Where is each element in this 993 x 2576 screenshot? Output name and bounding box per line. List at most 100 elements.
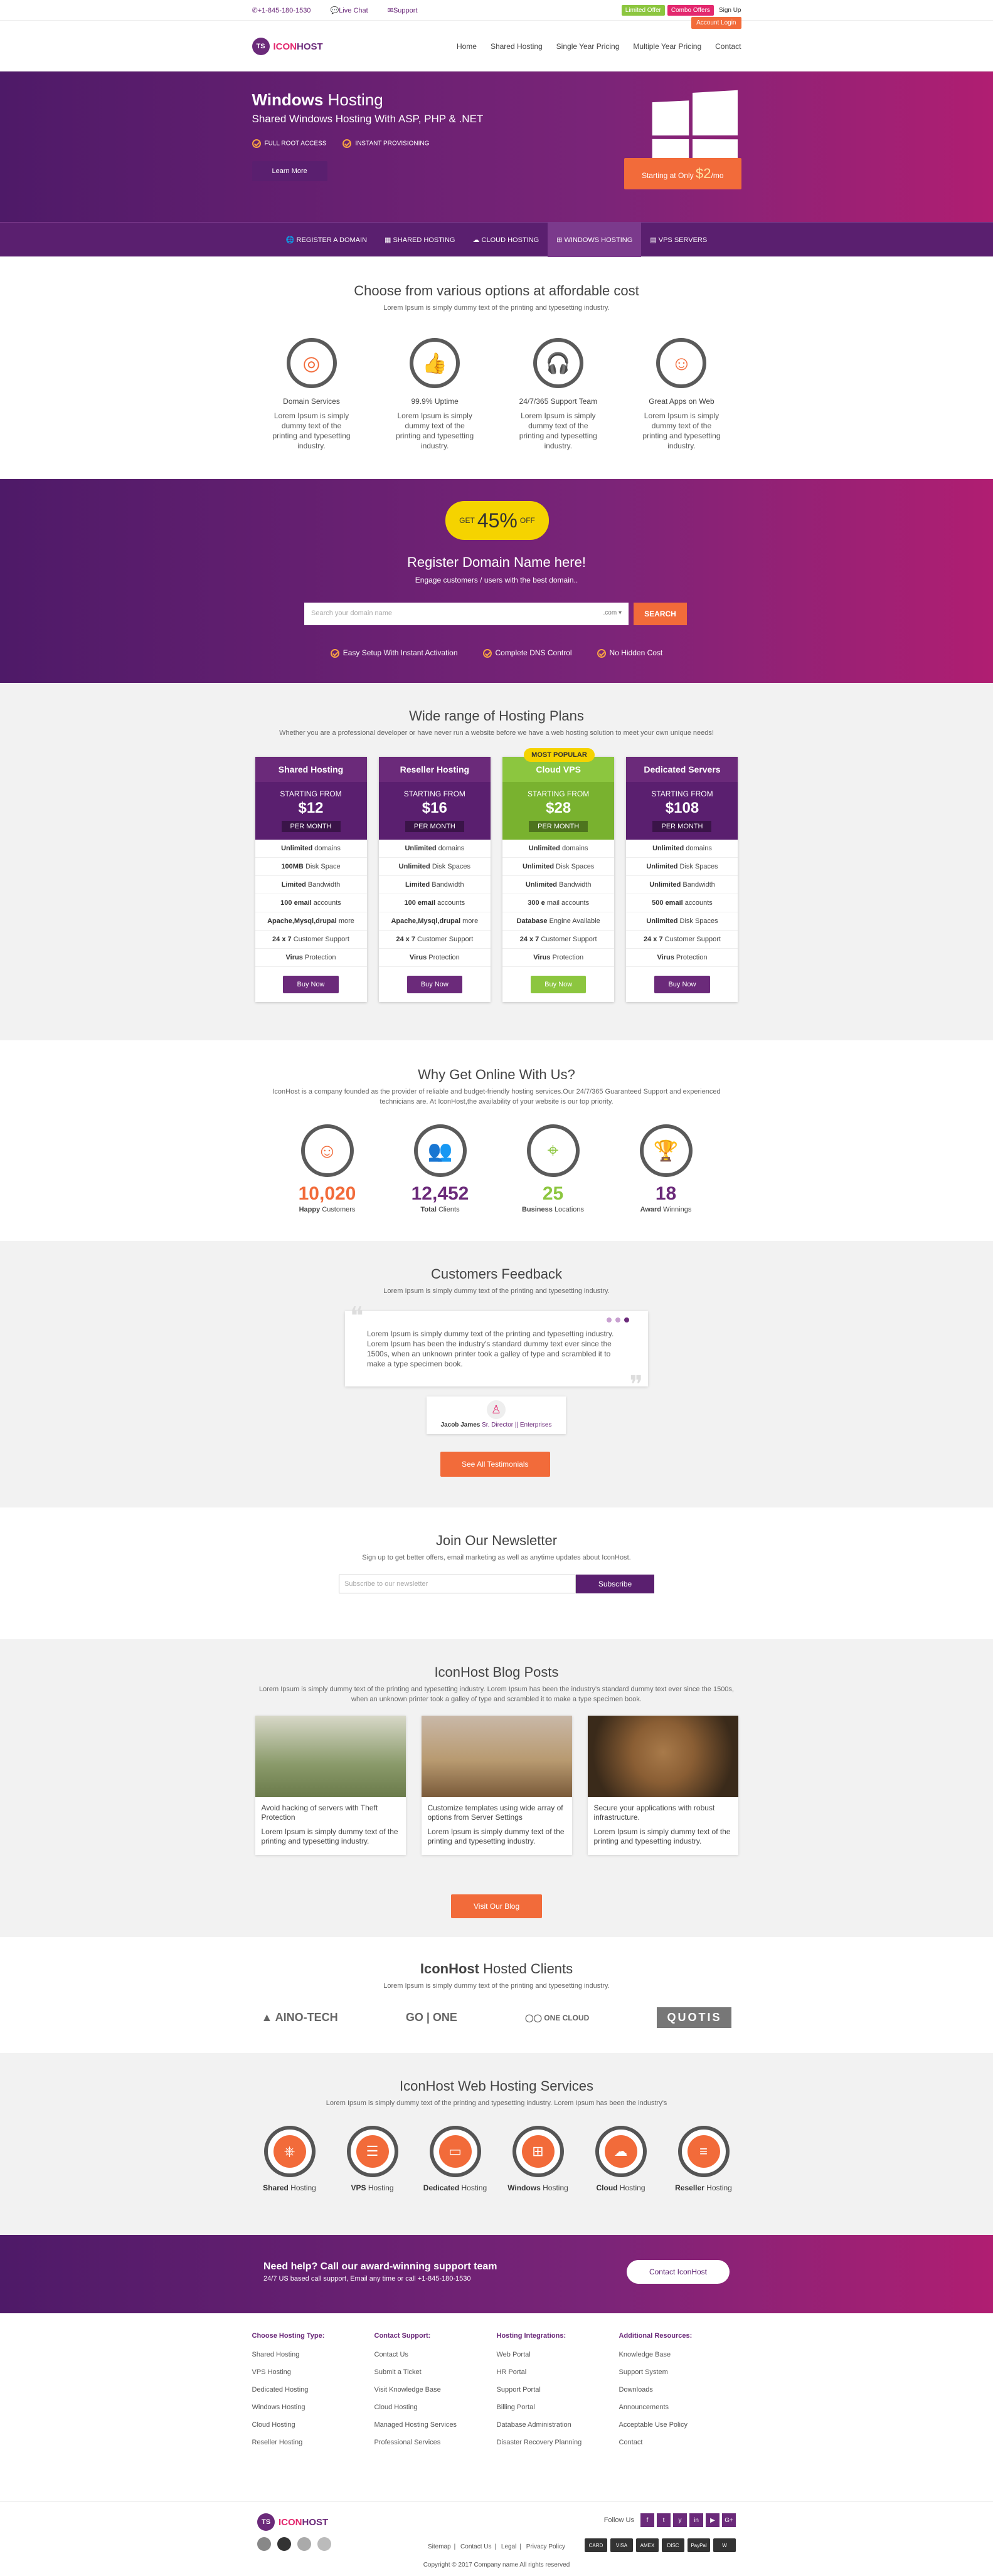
support-link[interactable]: ✉Support <box>388 7 427 14</box>
stats-title: Why Get Online With Us? <box>418 1067 575 1082</box>
subnav-register-domain[interactable]: 🌐 REGISTER A DOMAIN <box>277 223 376 257</box>
location-icon: ⌖ <box>526 1124 580 1177</box>
plan-feature-text: accounts <box>684 899 713 907</box>
plan-feature: Unlimited Disk Spaces <box>626 858 738 876</box>
footer-link[interactable]: VPS Hosting <box>252 2368 374 2376</box>
carousel-dot[interactable] <box>607 1317 612 1322</box>
phone-link[interactable]: ✆+1-845-180-1530 <box>252 7 320 14</box>
plan-feature-text: Protection <box>428 954 460 961</box>
nav-home[interactable]: Home <box>457 42 477 51</box>
follow-label: Follow Us <box>603 2516 634 2524</box>
blog-post[interactable]: Secure your applications with robust inf… <box>587 1716 738 1855</box>
footer-link[interactable]: Knowledge Base <box>619 2351 741 2358</box>
twitter-icon[interactable]: t <box>657 2513 671 2527</box>
footer-link[interactable]: Dedicated Hosting <box>252 2386 374 2394</box>
thumbs-up-icon: 👍 <box>410 338 460 388</box>
plan-feature: 500 email accounts <box>626 894 738 912</box>
plan-feature-text: Bandwidth <box>307 881 341 889</box>
subnav-vps-servers[interactable]: ▤ VPS SERVERS <box>641 223 716 257</box>
plan-features: Unlimited domains Unlimited Disk Spaces Un… <box>502 840 615 967</box>
plan-feature-text: Engine Available <box>549 917 600 925</box>
nav-shared-hosting[interactable]: Shared Hosting <box>491 42 543 51</box>
footer-link[interactable]: Contact Us <box>374 2351 497 2358</box>
domain-search-button[interactable]: SEARCH <box>634 603 687 625</box>
plan-features: Unlimited domains Unlimited Disk Spaces Li… <box>378 840 491 967</box>
subnav-cloud-hosting[interactable]: ☁ CLOUD HOSTING <box>464 223 548 257</box>
blog-post[interactable]: Avoid hacking of servers with Theft Prot… <box>255 1716 406 1855</box>
service-item[interactable]: ☰ VPS Hosting <box>338 2126 407 2192</box>
clients-section: IconHost Hosted Clients Lorem Ipsum is s… <box>0 1937 993 2053</box>
footer-link[interactable]: Submit a Ticket <box>374 2368 497 2376</box>
footer-link[interactable]: Professional Services <box>374 2439 497 2446</box>
footer-link[interactable]: Support System <box>619 2368 741 2376</box>
service-item[interactable]: ▭ Dedicated Hosting <box>421 2126 490 2192</box>
footer-link[interactable]: Cloud Hosting <box>374 2404 497 2411</box>
nav-single-year[interactable]: Single Year Pricing <box>556 42 620 51</box>
plan-feature: Limited Bandwidth <box>378 876 491 894</box>
plan-starting-label: STARTING FROM <box>280 789 342 798</box>
footer-logo[interactable]: TS ICONHOST <box>257 2513 328 2531</box>
smiley-icon: ☺ <box>656 338 707 388</box>
nav-multiple-year[interactable]: Multiple Year Pricing <box>633 42 701 51</box>
blog-post[interactable]: Customize templates using wide array of … <box>421 1716 572 1855</box>
footer-link[interactable]: Billing Portal <box>497 2404 619 2411</box>
domain-search-input[interactable]: Search your domain name .com ▾ <box>304 603 629 625</box>
footer-link-contact[interactable]: Contact Us <box>460 2543 491 2550</box>
footer-link[interactable]: Support Portal <box>497 2386 619 2394</box>
youtube-icon[interactable]: y <box>673 2513 687 2527</box>
footer-link[interactable]: Announcements <box>619 2404 741 2411</box>
footer-link[interactable]: Database Administration <box>497 2421 619 2429</box>
service-item[interactable]: ☁ Cloud Hosting <box>587 2126 656 2192</box>
learn-more-button[interactable]: Learn More <box>252 161 327 181</box>
facebook-icon[interactable]: f <box>640 2513 654 2527</box>
footer-link[interactable]: Web Portal <box>497 2351 619 2358</box>
footer-link[interactable]: Disaster Recovery Planning <box>497 2439 619 2446</box>
service-item[interactable]: ≡ Reseller Hosting <box>669 2126 738 2192</box>
linkedin-icon[interactable]: in <box>689 2513 703 2527</box>
footer-link[interactable]: Windows Hosting <box>252 2404 374 2411</box>
subnav-windows-hosting[interactable]: ⊞ WINDOWS HOSTING <box>548 223 642 257</box>
video-icon[interactable]: ▶ <box>706 2513 720 2527</box>
plan-feature: Apache,Mysql,drupal more <box>378 912 491 931</box>
carousel-dot[interactable] <box>615 1317 620 1322</box>
footer-link[interactable]: HR Portal <box>497 2368 619 2376</box>
footer-link-legal[interactable]: Legal <box>501 2543 516 2550</box>
service-item[interactable]: ⊞ Windows Hosting <box>504 2126 573 2192</box>
brand-logo[interactable]: TS ICONHOST <box>252 38 323 55</box>
buy-now-button[interactable]: Buy Now <box>406 976 462 993</box>
contact-iconhost-button[interactable]: Contact IconHost <box>626 2260 730 2284</box>
footer-link-sitemap[interactable]: Sitemap <box>428 2543 451 2550</box>
visit-blog-button[interactable]: Visit Our Blog <box>451 1894 543 1918</box>
buy-now-button[interactable]: Buy Now <box>531 976 587 993</box>
testimonial-card: ❝ Lorem Ipsum is simply dummy text of th… <box>345 1304 648 1398</box>
footer-link[interactable]: Cloud Hosting <box>252 2421 374 2429</box>
plans-subtitle: Whether you are a professional developer… <box>279 729 714 737</box>
subscribe-button[interactable]: Subscribe <box>576 1575 654 1593</box>
buy-now-button[interactable]: Buy Now <box>283 976 339 993</box>
footer-link[interactable]: Downloads <box>619 2386 741 2394</box>
combo-offers-button[interactable]: Combo Offers <box>667 4 714 16</box>
footer-link[interactable]: Visit Knowledge Base <box>374 2386 497 2394</box>
tld-select[interactable]: .com ▾ <box>603 610 622 618</box>
features-section: Choose from various options at affordabl… <box>0 256 993 479</box>
sign-up-link[interactable]: Sign Up <box>719 7 741 14</box>
footer-link[interactable]: Acceptable Use Policy <box>619 2421 741 2429</box>
buy-now-button[interactable]: Buy Now <box>654 976 710 993</box>
footer-link[interactable]: Reseller Hosting <box>252 2439 374 2446</box>
starting-price-button[interactable]: Starting at Only $2/mo <box>624 158 741 189</box>
service-item[interactable]: ⎈ Shared Hosting <box>255 2126 324 2192</box>
see-all-testimonials-button[interactable]: See All Testimonials <box>440 1452 550 1477</box>
live-chat-link[interactable]: 💬Live Chat <box>331 7 377 14</box>
plan-feature-strong: 24 x 7 <box>519 936 539 943</box>
footer-link-privacy[interactable]: Privacy Policy <box>526 2543 565 2550</box>
footer-link[interactable]: Contact <box>619 2439 741 2446</box>
subnav-shared-hosting[interactable]: ▦ SHARED HOSTING <box>376 223 464 257</box>
footer-link[interactable]: Shared Hosting <box>252 2351 374 2358</box>
nav-contact[interactable]: Contact <box>715 42 741 51</box>
newsletter-email-input[interactable]: Subscribe to our newsletter <box>339 1575 576 1593</box>
carousel-dot-active[interactable] <box>624 1317 629 1322</box>
limited-offer-button[interactable]: Limited Offer <box>621 4 665 16</box>
google-plus-icon[interactable]: G+ <box>722 2513 736 2527</box>
cta-subtitle: 24/7 US based call support, Email any ti… <box>263 2275 471 2283</box>
footer-link[interactable]: Managed Hosting Services <box>374 2421 497 2429</box>
